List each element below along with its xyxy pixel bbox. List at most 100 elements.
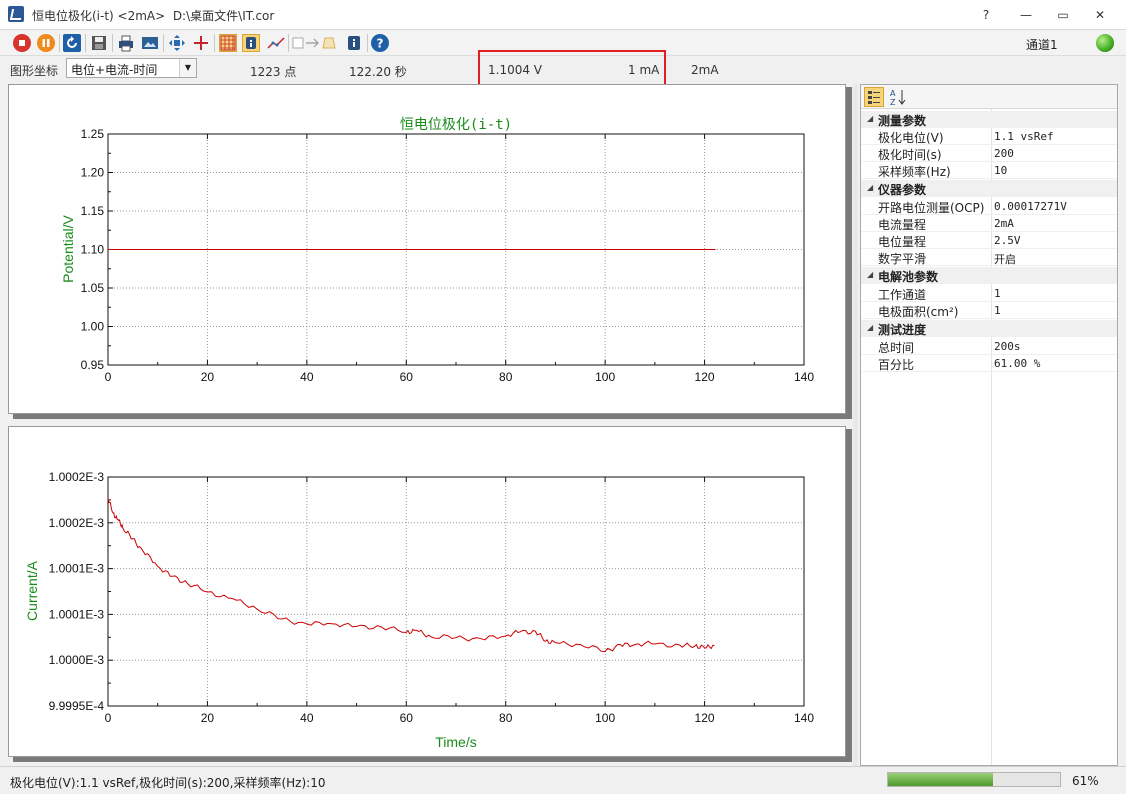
y-tick-label: 1.0002E-3	[49, 470, 105, 484]
info-icon[interactable]	[345, 34, 363, 52]
property-row[interactable]: 采样频率(Hz) 10	[861, 162, 1117, 179]
svg-text:?: ?	[377, 37, 384, 51]
status-text: 极化电位(V):1.1 vsRef,极化时间(s):200,采样频率(Hz):1…	[10, 776, 326, 790]
toolbar-separator	[288, 34, 289, 52]
status-bar: 极化电位(V):1.1 vsRef,极化时间(s):200,采样频率(Hz):1…	[0, 766, 1126, 794]
curve-icon[interactable]	[267, 34, 285, 52]
y-tick-label: 1.05	[81, 281, 105, 295]
category-cell[interactable]: ◢ 电解池参数	[861, 267, 1117, 284]
current-range: 2mA	[691, 63, 719, 77]
categorized-icon[interactable]	[864, 87, 884, 107]
image-icon[interactable]	[141, 34, 159, 52]
x-tick-label: 0	[105, 711, 112, 725]
alphabetical-icon[interactable]: AZ	[888, 87, 908, 107]
property-row[interactable]: 总时间 200s	[861, 338, 1117, 355]
category-progress[interactable]: ◢ 测试进度	[861, 320, 1117, 337]
help-icon[interactable]: ?	[371, 34, 389, 52]
y-tick-label: 1.00	[81, 320, 105, 334]
potential-chart: 0 20 40 60 80 100 120 140 0.95 1.00 1.05 1.10 1.15 1.…	[60, 117, 814, 384]
property-row[interactable]: 电极面积(cm²) 1	[861, 302, 1117, 319]
y-tick-label: 1.0001E-3	[49, 562, 105, 576]
title-bar: 恒电位极化(i-t) <2mA> D:\桌面文件\IT.cor ? — ▭ ✕	[0, 0, 1126, 30]
collapse-icon[interactable]: ◢	[867, 114, 873, 123]
axis-label: 图形坐标	[10, 64, 59, 78]
property-row[interactable]: 数字平滑 开启	[861, 249, 1117, 266]
progress-fill	[888, 773, 993, 786]
y-tick-label: 1.25	[81, 127, 105, 141]
svg-text:A: A	[890, 89, 896, 98]
property-row[interactable]: 电位量程 2.5V	[861, 232, 1117, 249]
x-tick-label: 60	[400, 711, 414, 725]
y-tick-label: 9.9995E-4	[49, 699, 105, 713]
print-icon[interactable]	[117, 34, 135, 52]
y-tick-label: 1.20	[81, 166, 105, 180]
property-row[interactable]: 百分比 61.00 %	[861, 355, 1117, 372]
x-tick-label: 20	[201, 711, 215, 725]
y-tick-label: 0.95	[81, 358, 105, 372]
svg-text:Z: Z	[890, 98, 896, 107]
help-window-button[interactable]: ?	[973, 4, 999, 26]
minimize-button[interactable]: —	[1013, 4, 1039, 26]
property-row[interactable]: 极化时间(s) 200	[861, 145, 1117, 162]
x-tick-label: 140	[794, 370, 814, 384]
refresh-icon[interactable]	[63, 34, 81, 52]
y-tick-label: 1.0000E-3	[49, 653, 105, 667]
chart-title: 恒电位极化(i-t)	[400, 117, 512, 133]
collapse-icon[interactable]: ◢	[867, 183, 873, 192]
info-tool-icon[interactable]	[242, 34, 260, 52]
y-axis-label: Current/A	[24, 560, 40, 621]
x-tick-label: 120	[695, 370, 715, 384]
category-instrument[interactable]: ◢ 仪器参数	[861, 180, 1117, 197]
x-tick-label: 80	[499, 711, 513, 725]
property-row[interactable]: 工作通道 1	[861, 285, 1117, 302]
pause-icon[interactable]	[37, 34, 55, 52]
points-count: 1223 点	[250, 65, 297, 79]
x-tick-label: 20	[201, 370, 215, 384]
window-title: 恒电位极化(i-t) <2mA> D:\桌面文件\IT.cor	[32, 9, 275, 23]
property-row[interactable]: 电流量程 2mA	[861, 215, 1117, 232]
category-measurement[interactable]: ◢ 测量参数	[861, 111, 1117, 128]
x-tick-label: 40	[300, 711, 314, 725]
app-logo-icon	[8, 6, 24, 22]
current-chart-panel: 0 20 40 60 80 100 120 140 9.9995E-4 1.0000E-3 1.00…	[8, 426, 846, 757]
property-grid: AZ ◢ 测量参数 极化电位(V) 1.1 vsRef 极化时间(s) 200 采样…	[860, 84, 1118, 766]
toolbar-separator	[367, 34, 368, 52]
progress-label: 61%	[1072, 774, 1099, 788]
y-tick-label: 1.10	[81, 243, 105, 257]
elapsed-seconds: 122.20 秒	[349, 65, 407, 79]
x-tick-label: 120	[695, 711, 715, 725]
chevron-down-icon[interactable]: ▼	[179, 59, 196, 77]
status-led-icon	[1096, 34, 1114, 52]
x-tick-label: 80	[499, 370, 513, 384]
channel-label: 通道1	[1026, 38, 1058, 52]
progress-bar	[887, 772, 1061, 787]
x-tick-label: 0	[105, 370, 112, 384]
save-icon[interactable]	[90, 34, 108, 52]
close-button[interactable]: ✕	[1087, 4, 1113, 26]
zoom-fit-icon[interactable]	[168, 34, 186, 52]
plot-area	[107, 476, 805, 707]
x-tick-label: 40	[300, 370, 314, 384]
stop-icon[interactable]	[13, 34, 31, 52]
y-axis-label: Potential/V	[60, 214, 76, 282]
y-tick-label: 1.0002E-3	[49, 516, 105, 530]
arrow-icon[interactable]	[292, 34, 340, 52]
crosshair-icon[interactable]	[192, 34, 210, 52]
panel-splitter[interactable]	[853, 84, 858, 766]
collapse-icon[interactable]: ◢	[867, 323, 873, 332]
grid-icon[interactable]	[219, 34, 237, 52]
potential-chart-panel: 0 20 40 60 80 100 120 140 0.95 1.00 1.05 1.10 1.15 1.…	[8, 84, 846, 414]
x-tick-label: 100	[595, 711, 615, 725]
maximize-button[interactable]: ▭	[1050, 4, 1076, 26]
property-row[interactable]: 开路电位测量(OCP) 0.00017271V	[861, 198, 1117, 215]
collapse-icon[interactable]: ◢	[867, 270, 873, 279]
toolbar-separator	[163, 34, 164, 52]
property-row[interactable]: 极化电位(V) 1.1 vsRef	[861, 128, 1117, 145]
toolbar-separator	[214, 34, 215, 52]
y-tick-label: 1.0001E-3	[49, 607, 105, 621]
x-axis-label: Time/s	[435, 734, 476, 750]
axis-select[interactable]: 电位+电流-时间 ▼	[66, 58, 197, 78]
toolbar-separator	[112, 34, 113, 52]
x-tick-label: 100	[595, 370, 615, 384]
panel-shadow	[846, 87, 852, 419]
